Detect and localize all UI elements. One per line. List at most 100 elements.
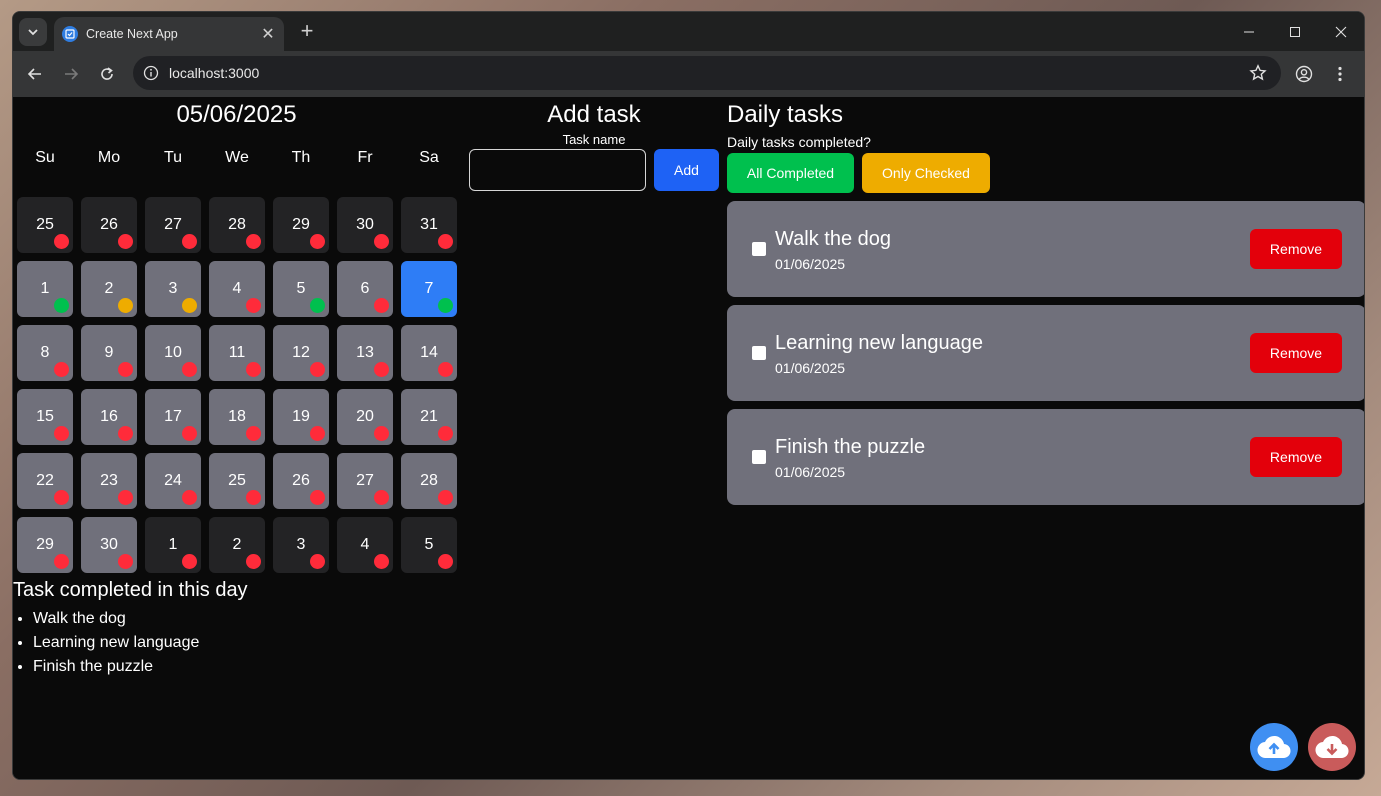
- all-completed-button[interactable]: All Completed: [727, 153, 854, 193]
- only-checked-button[interactable]: Only Checked: [862, 153, 990, 193]
- add-task-title: Add task: [547, 101, 641, 128]
- day-status-dot: [54, 490, 69, 505]
- calendar-day[interactable]: 28: [209, 197, 265, 253]
- calendar-day[interactable]: 5: [273, 261, 329, 317]
- calendar-day-number: 6: [360, 280, 370, 297]
- calendar-day[interactable]: 29: [17, 517, 73, 573]
- upload-button[interactable]: [1250, 723, 1298, 771]
- app-page: 05/06/2025 Su Mo Tu We Th Fr Sa 25 26 27 28 29 30 31…: [13, 97, 1364, 779]
- calendar-day[interactable]: 29: [273, 197, 329, 253]
- reload-icon[interactable]: [89, 56, 125, 92]
- calendar-day[interactable]: 4: [337, 517, 393, 573]
- calendar-day-number: 17: [164, 408, 182, 425]
- day-status-dot: [118, 426, 133, 441]
- download-button[interactable]: [1308, 723, 1356, 771]
- calendar-day-number: 20: [356, 408, 374, 425]
- calendar-day[interactable]: 9: [81, 325, 137, 381]
- calendar-day[interactable]: 25: [17, 197, 73, 253]
- calendar-day[interactable]: 22: [17, 453, 73, 509]
- remove-task-button[interactable]: Remove: [1250, 229, 1342, 269]
- maximize-icon[interactable]: [1272, 12, 1318, 51]
- forward-icon[interactable]: [53, 56, 89, 92]
- new-tab-icon[interactable]: +: [296, 19, 318, 43]
- weekday-label: Fr: [357, 149, 373, 166]
- day-status-dot: [182, 234, 197, 249]
- day-status-dot: [182, 298, 197, 313]
- close-window-icon[interactable]: [1318, 12, 1364, 51]
- calendar-day-number: 19: [292, 408, 310, 425]
- browser-tab[interactable]: Create Next App ✕: [54, 17, 284, 51]
- calendar-day[interactable]: 14: [401, 325, 457, 381]
- calendar-day-number: 29: [36, 536, 54, 553]
- calendar-day[interactable]: 12: [273, 325, 329, 381]
- day-status-dot: [246, 234, 261, 249]
- task-checkbox[interactable]: [752, 346, 766, 360]
- profile-icon[interactable]: [1286, 56, 1322, 92]
- calendar-day[interactable]: 4: [209, 261, 265, 317]
- calendar-day[interactable]: 1: [145, 517, 201, 573]
- remove-task-button[interactable]: Remove: [1250, 437, 1342, 477]
- task-date: 01/06/2025: [775, 464, 846, 480]
- calendar-day[interactable]: 3: [273, 517, 329, 573]
- close-tab-icon[interactable]: ✕: [256, 24, 280, 44]
- calendar-day[interactable]: 19: [273, 389, 329, 445]
- calendar-day[interactable]: 26: [81, 197, 137, 253]
- calendar-day[interactable]: 27: [145, 197, 201, 253]
- weekday-label: Tu: [163, 149, 183, 166]
- calendar-day[interactable]: 8: [17, 325, 73, 381]
- task-checkbox[interactable]: [752, 450, 766, 464]
- calendar-day[interactable]: 13: [337, 325, 393, 381]
- calendar-day[interactable]: 20: [337, 389, 393, 445]
- day-status-dot: [374, 298, 389, 313]
- more-menu-icon[interactable]: [1322, 56, 1358, 92]
- calendar-day[interactable]: 6: [337, 261, 393, 317]
- calendar-day[interactable]: 7: [401, 261, 457, 317]
- completed-tasks-title: Task completed in this day: [13, 579, 248, 601]
- calendar-day[interactable]: 2: [81, 261, 137, 317]
- minimize-icon[interactable]: [1226, 12, 1272, 51]
- calendar-day[interactable]: 25: [209, 453, 265, 509]
- calendar-day[interactable]: 3: [145, 261, 201, 317]
- remove-task-button[interactable]: Remove: [1250, 333, 1342, 373]
- calendar-day[interactable]: 2: [209, 517, 265, 573]
- calendar-day[interactable]: 18: [209, 389, 265, 445]
- tab-search-button[interactable]: [19, 18, 47, 46]
- add-task-button[interactable]: Add: [654, 149, 719, 191]
- day-status-dot: [374, 490, 389, 505]
- day-status-dot: [54, 298, 69, 313]
- calendar-day[interactable]: 24: [145, 453, 201, 509]
- calendar-day[interactable]: 10: [145, 325, 201, 381]
- calendar-day[interactable]: 1: [17, 261, 73, 317]
- calendar-day-number: 28: [420, 472, 438, 489]
- calendar-day[interactable]: 23: [81, 453, 137, 509]
- day-status-dot: [246, 554, 261, 569]
- calendar-day[interactable]: 31: [401, 197, 457, 253]
- calendar-day[interactable]: 17: [145, 389, 201, 445]
- day-status-dot: [310, 362, 325, 377]
- day-status-dot: [182, 554, 197, 569]
- day-status-dot: [182, 362, 197, 377]
- day-status-dot: [438, 554, 453, 569]
- calendar-day[interactable]: 15: [17, 389, 73, 445]
- site-info-icon[interactable]: [143, 65, 159, 81]
- task-checkbox[interactable]: [752, 242, 766, 256]
- bookmark-star-icon[interactable]: [1249, 64, 1267, 82]
- back-icon[interactable]: [17, 56, 53, 92]
- weekday-label: Mo: [97, 149, 121, 166]
- calendar-day[interactable]: 28: [401, 453, 457, 509]
- calendar-day[interactable]: 5: [401, 517, 457, 573]
- address-bar[interactable]: localhost:3000: [133, 56, 1281, 90]
- calendar-day[interactable]: 16: [81, 389, 137, 445]
- task-name-input[interactable]: [469, 149, 646, 191]
- calendar-day[interactable]: 30: [337, 197, 393, 253]
- task-card: Learning new language 01/06/2025 Remove: [727, 305, 1364, 401]
- calendar-day-number: 27: [164, 216, 182, 233]
- completed-task-item: Learning new language: [33, 631, 199, 655]
- calendar-day[interactable]: 21: [401, 389, 457, 445]
- calendar-day[interactable]: 11: [209, 325, 265, 381]
- calendar-day-number: 1: [40, 280, 50, 297]
- calendar-day[interactable]: 26: [273, 453, 329, 509]
- window-controls: [1226, 12, 1364, 51]
- calendar-day[interactable]: 30: [81, 517, 137, 573]
- calendar-day[interactable]: 27: [337, 453, 393, 509]
